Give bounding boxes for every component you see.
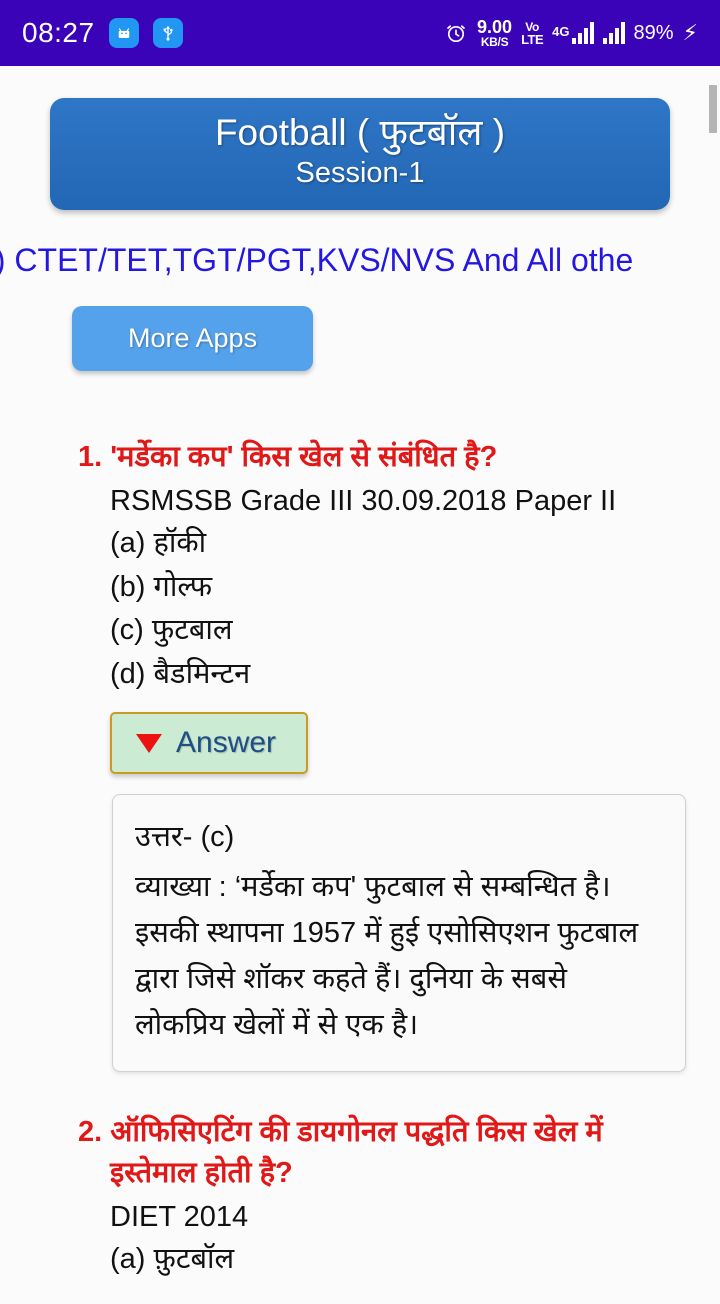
- question-1-number: 1.: [78, 441, 103, 474]
- page-subtitle: Session-1: [295, 156, 425, 189]
- network-speed-value: 9.00: [477, 17, 513, 37]
- status-bar: 08:27 9.00 KB/S Vo LTE 4G 89% ⚡: [0, 0, 720, 66]
- page-title-banner: Football ( फुटबॉल ) Session-1: [50, 98, 670, 211]
- alarm-icon: [444, 21, 468, 45]
- answer-explanation-1: व्याख्या : ‘मर्डेका कप' फुटबाल से सम्बन्…: [135, 871, 639, 1041]
- question-2-source: DIET 2014: [110, 1200, 249, 1233]
- status-bar-right: 9.00 KB/S Vo LTE 4G 89% ⚡: [444, 18, 698, 48]
- usb-icon: [152, 18, 183, 48]
- volte-icon: Vo LTE: [521, 19, 544, 47]
- volte-line1: Vo: [525, 19, 540, 34]
- answer-toggle-label-1: Answer: [176, 726, 277, 760]
- question-1-title: 1. 'मर्डेका कप' किस खेल से संबंधित है?: [78, 437, 692, 478]
- page-title: Football ( फुटबॉल ): [214, 112, 506, 153]
- volte-line2: LTE: [521, 31, 544, 47]
- question-2-text: ऑफिसिएटिंग की डायगोनल पद्धति किस खेल में…: [110, 1115, 603, 1189]
- charging-bolt-icon: ⚡: [682, 20, 698, 45]
- question-1-option-b[interactable]: (b) गोल्फ: [78, 566, 692, 610]
- marquee-banner: ाकूद) CTET/TET,TGT/PGT,KVS/NVS And All o…: [0, 234, 720, 290]
- status-clock: 08:27: [22, 17, 95, 48]
- question-2-number: 2.: [78, 1115, 103, 1148]
- more-apps-row: More Apps: [0, 306, 720, 372]
- question-1-source: RSMSSB Grade III 30.09.2018 Paper II: [110, 485, 617, 518]
- question-1-option-a[interactable]: (a) हॉकी: [78, 522, 692, 566]
- signal-bars-sim2: [602, 22, 625, 44]
- signal-bars-sim1: [571, 22, 594, 44]
- answer-toggle-row-1: Answer: [0, 712, 720, 775]
- answer-panel-1: उत्तर- (c) व्याख्या : ‘मर्डेका कप' फुटबा…: [112, 794, 686, 1072]
- question-1-option-c[interactable]: (c) फुटबाल: [78, 609, 692, 653]
- question-1-option-d[interactable]: (d) बैडमिन्टन: [78, 653, 692, 697]
- answer-toggle-button-1[interactable]: Answer: [110, 712, 309, 775]
- battery-percent: 89%: [633, 21, 674, 44]
- marquee-text: ाकूद) CTET/TET,TGT/PGT,KVS/NVS And All o…: [0, 242, 634, 279]
- question-block-2: 2. ऑफिसिएटिंग की डायगोनल पद्धति किस खेल …: [0, 1112, 720, 1282]
- status-bar-left: 08:27: [22, 17, 183, 49]
- answer-correct-option-1: उत्तर- (c): [135, 821, 235, 854]
- network-type-label: 4G: [552, 24, 570, 39]
- scrollbar-thumb[interactable]: [709, 85, 717, 133]
- android-robot-icon: [108, 18, 139, 48]
- triangle-down-icon: [136, 733, 162, 753]
- webview-content[interactable]: Football ( फुटबॉल ) Session-1 ाकूद) CTET…: [0, 66, 720, 1304]
- more-apps-button[interactable]: More Apps: [72, 306, 314, 372]
- signal-indicator-sim1: 4G: [552, 22, 594, 44]
- network-speed-unit: KB/S: [480, 35, 509, 49]
- question-2-option-a[interactable]: (a) फ़ुटबॉल: [78, 1238, 692, 1282]
- question-block-1: 1. 'मर्डेका कप' किस खेल से संबंधित है? R…: [0, 437, 720, 696]
- network-speed-indicator: 9.00 KB/S: [477, 18, 512, 48]
- question-2-title: 2. ऑफिसिएटिंग की डायगोनल पद्धति किस खेल …: [78, 1112, 692, 1194]
- question-1-text: 'मर्डेका कप' किस खेल से संबंधित है?: [110, 441, 498, 474]
